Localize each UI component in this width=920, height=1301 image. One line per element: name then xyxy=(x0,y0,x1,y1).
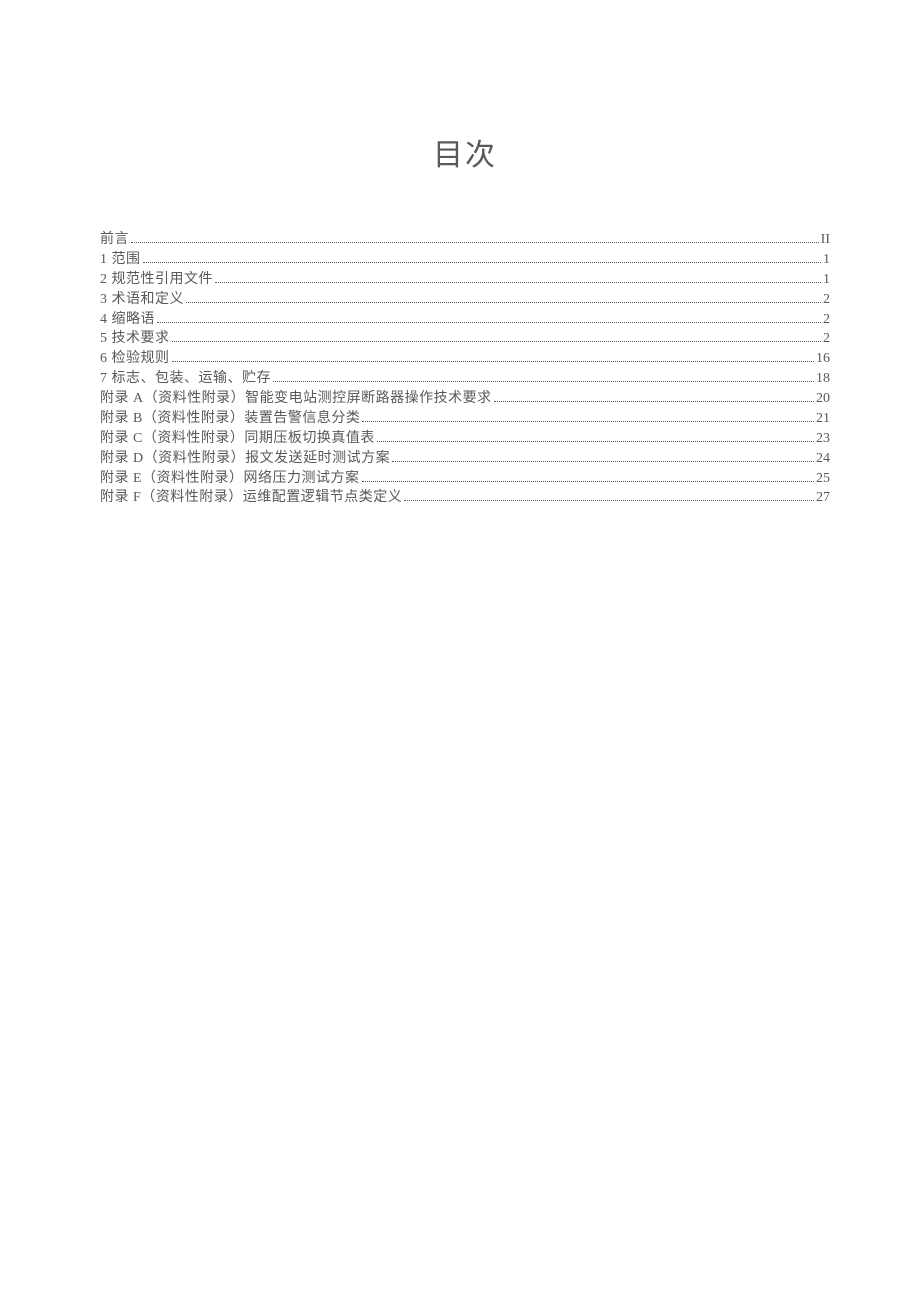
toc-list: 前言 II 1 范围 1 2 规范性引用文件 1 3 术语和定义 2 4 缩略语 2 5 技术要求 2… xyxy=(100,230,830,508)
toc-leader-dots xyxy=(392,461,814,462)
toc-leader-dots xyxy=(186,302,821,303)
toc-row: 3 术语和定义 2 xyxy=(100,290,830,310)
toc-entry-page: 18 xyxy=(816,369,830,389)
toc-row: 附录 C（资料性附录）同期压板切换真值表 23 xyxy=(100,429,830,449)
toc-leader-dots xyxy=(172,361,815,362)
toc-entry-label: 1 范围 xyxy=(100,250,141,270)
toc-leader-dots xyxy=(377,441,814,442)
toc-entry-label: 附录 E（资料性附录）网络压力测试方案 xyxy=(100,469,360,489)
toc-entry-page: 24 xyxy=(816,449,830,469)
toc-row: 4 缩略语 2 xyxy=(100,310,830,330)
toc-entry-label: 6 检验规则 xyxy=(100,349,170,369)
toc-entry-page: 20 xyxy=(816,389,830,409)
toc-leader-dots xyxy=(362,421,814,422)
toc-entry-label: 4 缩略语 xyxy=(100,310,155,330)
toc-row: 5 技术要求 2 xyxy=(100,329,830,349)
toc-leader-dots xyxy=(157,322,821,323)
toc-row: 附录 B（资料性附录）装置告警信息分类 21 xyxy=(100,409,830,429)
toc-row: 6 检验规则 16 xyxy=(100,349,830,369)
toc-entry-label: 3 术语和定义 xyxy=(100,290,184,310)
toc-row: 附录 A（资料性附录）智能变电站测控屏断路器操作技术要求 20 xyxy=(100,389,830,409)
toc-entry-page: 25 xyxy=(816,469,830,489)
toc-row: 2 规范性引用文件 1 xyxy=(100,270,830,290)
toc-entry-page: 16 xyxy=(816,349,830,369)
toc-entry-label: 附录 A（资料性附录）智能变电站测控屏断路器操作技术要求 xyxy=(100,389,492,409)
toc-leader-dots xyxy=(143,262,822,263)
toc-entry-page: II xyxy=(821,230,830,250)
toc-row: 附录 E（资料性附录）网络压力测试方案 25 xyxy=(100,469,830,489)
toc-entry-page: 23 xyxy=(816,429,830,449)
toc-entry-label: 附录 F（资料性附录）运维配置逻辑节点类定义 xyxy=(100,488,402,508)
toc-leader-dots xyxy=(131,242,819,243)
toc-entry-label: 附录 B（资料性附录）装置告警信息分类 xyxy=(100,409,360,429)
toc-row: 7 标志、包装、运输、贮存 18 xyxy=(100,369,830,389)
toc-leader-dots xyxy=(172,341,822,342)
toc-entry-label: 附录 D（资料性附录）报文发送延时测试方案 xyxy=(100,449,390,469)
toc-leader-dots xyxy=(273,381,814,382)
toc-row: 前言 II xyxy=(100,230,830,250)
document-page: 目次 前言II1 范围12 规范性引用文件13 术语和定义24 缩略语25 技术… xyxy=(0,0,920,508)
toc-entry-label: 附录 C（资料性附录）同期压板切换真值表 xyxy=(100,429,375,449)
toc-title: 目次 xyxy=(100,130,830,174)
toc-leader-dots xyxy=(362,481,814,482)
toc-row: 附录 D（资料性附录）报文发送延时测试方案 24 xyxy=(100,449,830,469)
toc-entry-label: 前言 xyxy=(100,230,129,250)
toc-row: 1 范围 1 xyxy=(100,250,830,270)
toc-leader-dots xyxy=(494,401,814,402)
toc-entry-page: 2 xyxy=(823,290,830,310)
toc-entry-page: 27 xyxy=(816,488,830,508)
toc-entry-page: 21 xyxy=(816,409,830,429)
toc-entry-page: 2 xyxy=(823,310,830,330)
toc-entry-page: 2 xyxy=(823,329,830,349)
toc-entry-label: 7 标志、包装、运输、贮存 xyxy=(100,369,271,389)
toc-entry-label: 2 规范性引用文件 xyxy=(100,270,213,290)
toc-entry-page: 1 xyxy=(823,270,830,290)
toc-entry-label: 5 技术要求 xyxy=(100,329,170,349)
toc-entry-page: 1 xyxy=(823,250,830,270)
toc-leader-dots xyxy=(404,500,814,501)
toc-leader-dots xyxy=(215,282,821,283)
toc-row: 附录 F（资料性附录）运维配置逻辑节点类定义 27 xyxy=(100,488,830,508)
